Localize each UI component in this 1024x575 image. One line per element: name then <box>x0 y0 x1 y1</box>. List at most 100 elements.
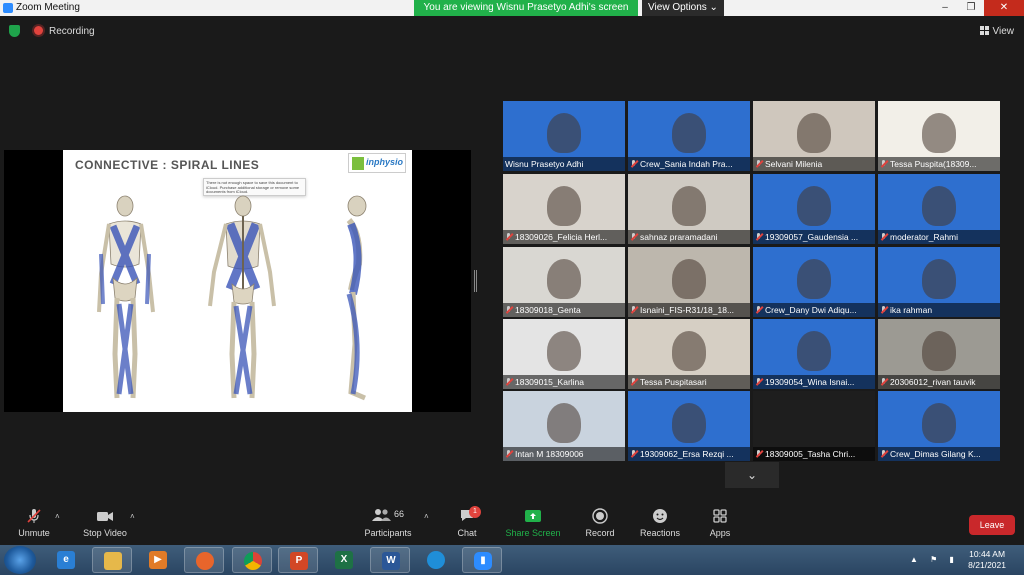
unmute-button[interactable]: Unmute <box>15 508 53 538</box>
participant-tile[interactable]: 18309015_Karlina <box>503 319 625 389</box>
close-button[interactable]: ✕ <box>984 0 1024 16</box>
zoom-icon[interactable]: ▮ <box>462 547 502 573</box>
microphone-muted-icon <box>755 160 762 168</box>
view-options-button[interactable]: View Options ⌄ <box>642 0 724 16</box>
participant-tile[interactable]: Selvani Milenia <box>753 101 875 171</box>
ie-icon[interactable]: e <box>46 547 86 573</box>
minimize-button[interactable]: – <box>932 0 958 16</box>
participants-options-caret-icon[interactable]: ˄ <box>424 512 429 521</box>
share-screen-button[interactable]: Share Screen <box>504 508 562 538</box>
participant-name-bar: Crew_Sania Indah Pra... <box>628 157 750 171</box>
microphone-muted-icon <box>630 233 637 241</box>
tray-icons[interactable]: ▲ ⚑ ▮ <box>910 555 959 564</box>
participants-button[interactable]: 66 Participants <box>362 508 414 538</box>
participant-tile[interactable]: ika rahman <box>878 247 1000 317</box>
explorer-icon[interactable] <box>92 547 132 573</box>
microphone-muted-icon <box>505 378 512 386</box>
participant-tile[interactable]: Tessa Puspitasari <box>628 319 750 389</box>
participant-tile[interactable]: 18309018_Genta <box>503 247 625 317</box>
participant-name-bar: Tessa Puspita(18309... <box>878 157 1000 171</box>
microphone-muted-icon <box>505 450 512 458</box>
participant-avatar <box>922 331 956 371</box>
participant-tile[interactable]: 19309054_Wina Isnai... <box>753 319 875 389</box>
view-button[interactable]: View <box>979 26 1015 37</box>
share-screen-label: Share Screen <box>505 528 561 538</box>
windows-start-icon[interactable] <box>4 546 36 574</box>
participant-tile[interactable]: Crew_Dimas Gilang K... <box>878 391 1000 461</box>
microphone-muted-icon <box>880 160 887 168</box>
chat-button[interactable]: 1 Chat <box>452 506 482 538</box>
microphone-muted-icon <box>630 306 637 314</box>
apps-label: Apps <box>709 528 731 538</box>
maximize-button[interactable]: ❐ <box>958 0 984 16</box>
participant-name: 19309062_Ersa Rezqi ... <box>640 449 734 459</box>
viewing-banner: You are viewing Wisnu Prasetyo Adhi's sc… <box>414 0 638 16</box>
microphone-muted-icon <box>880 306 887 314</box>
participant-name-bar: ika rahman <box>878 303 1000 317</box>
participant-tile[interactable]: sahnaz praramadani <box>628 174 750 244</box>
participant-name: Wisnu Prasetyo Adhi <box>505 159 584 169</box>
gallery-next-page-button[interactable]: ⌄ <box>725 462 779 488</box>
microphone-muted-icon <box>630 450 637 458</box>
participant-avatar <box>672 113 706 153</box>
reactions-button[interactable]: Reactions <box>638 508 682 538</box>
word-icon[interactable]: W <box>370 547 410 573</box>
microphone-muted-icon <box>755 378 762 386</box>
participant-tile[interactable]: Intan M 18309006 <box>503 391 625 461</box>
logo-mark-icon <box>352 157 364 170</box>
participant-avatar <box>922 403 956 443</box>
participant-tile[interactable]: Crew_Dany Dwi Adiqu... <box>753 247 875 317</box>
participant-name-bar: Crew_Dany Dwi Adiqu... <box>753 303 875 317</box>
firefox-icon[interactable] <box>184 547 224 573</box>
edge-icon[interactable] <box>416 547 456 573</box>
excel-icon[interactable]: X <box>324 547 364 573</box>
leave-button[interactable]: Leave <box>969 515 1015 535</box>
logo-text: inphysio <box>366 157 404 167</box>
participant-tile[interactable]: moderator_Rahmi <box>878 174 1000 244</box>
participant-tile[interactable]: Isnaini_FIS-R31/18_18... <box>628 247 750 317</box>
microphone-muted-icon <box>505 306 512 314</box>
participant-name: 18309005_Tasha Chri... <box>765 449 856 459</box>
participant-avatar <box>672 259 706 299</box>
share-screen-icon <box>525 510 541 522</box>
media-player-icon[interactable]: ▶ <box>138 547 178 573</box>
participant-avatar <box>797 113 831 153</box>
microphone-muted-icon <box>755 306 762 314</box>
participant-name-bar: Intan M 18309006 <box>503 447 625 461</box>
participant-name-bar: Selvani Milenia <box>753 157 875 171</box>
participant-name: Tessa Puspitasari <box>640 377 707 387</box>
participant-tile[interactable]: 19309057_Gaudensia ... <box>753 174 875 244</box>
view-label: View <box>992 26 1015 37</box>
meeting-topbar: Recording View <box>0 18 1024 44</box>
participant-tile[interactable]: 20306012_rivan tauvik <box>878 319 1000 389</box>
participant-name: 18309018_Genta <box>515 305 581 315</box>
encryption-shield-icon[interactable] <box>9 25 20 37</box>
participant-avatar <box>922 259 956 299</box>
chrome-icon[interactable] <box>232 547 272 573</box>
participant-tile[interactable]: 19309062_Ersa Rezqi ... <box>628 391 750 461</box>
skeleton-back-figure <box>208 195 276 399</box>
participant-tile[interactable]: Crew_Sania Indah Pra... <box>628 101 750 171</box>
stop-video-button[interactable]: Stop Video <box>80 508 130 538</box>
participant-tile[interactable]: Wisnu Prasetyo Adhi <box>503 101 625 171</box>
gallery-grid-icon <box>979 26 989 35</box>
apps-button[interactable]: Apps <box>706 508 734 538</box>
powerpoint-icon[interactable]: P <box>278 547 318 573</box>
microphone-muted-icon <box>630 160 637 168</box>
audio-options-caret-icon[interactable]: ˄ <box>55 512 60 521</box>
microphone-muted-icon <box>505 233 512 241</box>
microphone-muted-icon <box>27 509 41 523</box>
participant-tile[interactable]: 18309026_Felicia Herl... <box>503 174 625 244</box>
taskbar-clock[interactable]: 10:44 AM 8/21/2021 <box>968 549 1006 571</box>
participant-avatar <box>672 403 706 443</box>
window-controls: – ❐ ✕ <box>932 0 1024 16</box>
participant-name: Intan M 18309006 <box>515 449 584 459</box>
participant-tile[interactable]: 18309005_Tasha Chri... <box>753 391 875 461</box>
participant-name: Crew_Dimas Gilang K... <box>890 449 981 459</box>
record-icon <box>592 508 608 524</box>
video-options-caret-icon[interactable]: ˄ <box>130 512 135 521</box>
participant-tile[interactable]: Tessa Puspita(18309... <box>878 101 1000 171</box>
split-divider-handle[interactable] <box>474 270 477 292</box>
record-button[interactable]: Record <box>582 508 618 538</box>
participant-name-bar: 18309026_Felicia Herl... <box>503 230 625 244</box>
